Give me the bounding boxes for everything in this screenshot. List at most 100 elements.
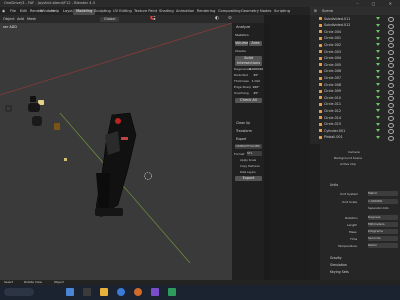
workspace-tab-scripting[interactable]: Scripting (271, 9, 293, 15)
temperature-dropdown[interactable]: Kelvin (368, 243, 398, 248)
time-dropdown[interactable]: Seconds (368, 236, 398, 241)
thickness-value[interactable]: 1 mm (249, 79, 263, 84)
add-menu[interactable]: Add (17, 17, 24, 22)
outliner-row[interactable]: Circle.008 (310, 82, 400, 88)
window-controls[interactable]: – ▢ ✕ (356, 1, 398, 6)
windows-start-icon[interactable] (66, 288, 74, 296)
blender-taskbar-icon[interactable] (134, 288, 142, 296)
distorted-value[interactable]: 45° (249, 73, 263, 78)
sidebar-tabs[interactable] (264, 23, 270, 280)
task-view-icon[interactable] (83, 288, 91, 296)
outliner-row[interactable]: Circle.015 (310, 122, 400, 128)
gravity-header[interactable]: Gravity (330, 256, 342, 261)
overlay-icon[interactable]: ⊙ (228, 16, 232, 21)
visibility-eye-icon[interactable] (388, 135, 394, 141)
edge-sharp-value[interactable]: 160° (249, 85, 263, 90)
intersections-button[interactable]: Intersections (235, 61, 262, 66)
outliner-row[interactable]: Circle.004 (310, 56, 400, 62)
app-icon[interactable] (151, 288, 159, 296)
keying-sets-header[interactable]: Keying Sets (330, 270, 349, 275)
menu-file[interactable]: File (10, 9, 16, 14)
degenerate-value[interactable]: 0.000010 (249, 67, 263, 72)
outliner-row[interactable]: Circle.004 (310, 29, 400, 36)
analyze-header[interactable]: Analyze (236, 25, 250, 30)
export-path-field[interactable]: \3DPRINTFOLDER\ (235, 144, 262, 149)
transform-header[interactable]: Transform (236, 129, 252, 134)
visibility-eye-icon[interactable] (388, 63, 394, 69)
outliner-row[interactable]: Circle.009 (310, 89, 400, 95)
temperature-label: Temperature (338, 244, 358, 248)
clean-up-header[interactable]: Clean Up (236, 121, 250, 126)
menu-edit[interactable]: Edit (20, 9, 27, 14)
outliner-row[interactable]: Circle.011 (310, 102, 400, 108)
outliner-row[interactable]: Subdivided.012 (310, 23, 400, 29)
copy-textures-checkbox[interactable]: Copy Textures (240, 164, 260, 169)
transform-orientation-dropdown[interactable]: Global (100, 16, 120, 22)
visibility-eye-icon[interactable] (388, 50, 394, 55)
visibility-eye-icon[interactable] (388, 102, 394, 108)
mass-dropdown[interactable]: Kilograms (368, 229, 398, 234)
unit-scale-field[interactable]: 1.000000 (368, 199, 398, 204)
properties-tabs[interactable] (310, 144, 320, 280)
visibility-eye-icon[interactable] (388, 36, 394, 42)
export-header[interactable]: Export (236, 137, 246, 142)
visibility-eye-icon[interactable] (388, 122, 394, 128)
shading-mode-icon[interactable]: ◐ (215, 16, 219, 21)
format-dropdown[interactable]: STL (247, 151, 262, 156)
visibility-eye-icon[interactable] (388, 69, 394, 75)
file-explorer-icon[interactable] (100, 288, 108, 296)
outliner-row[interactable]: Circle.010 (310, 95, 400, 102)
browser-icon[interactable] (117, 288, 125, 296)
menu-help[interactable]: Help (51, 9, 59, 14)
workspace-tab-geometry-nodes[interactable]: Geometry Nodes (238, 9, 274, 15)
outliner-row[interactable]: Subdivided.011 (310, 16, 400, 22)
length-dropdown[interactable]: Millimeters (368, 222, 398, 227)
visibility-eye-icon[interactable] (388, 129, 394, 135)
outliner-row[interactable]: Pinball.001 (310, 135, 400, 141)
visibility-eye-icon[interactable] (388, 89, 394, 95)
outliner-row[interactable]: Circle.001 (310, 36, 400, 42)
check-all-button[interactable]: Check All (235, 98, 262, 103)
visibility-eye-icon[interactable] (388, 23, 394, 29)
outliner-row[interactable]: Circle.005 (310, 62, 400, 69)
visibility-eye-icon[interactable] (388, 109, 394, 115)
select-menu[interactable]: Object (3, 17, 15, 22)
overhang-value[interactable]: 45° (249, 91, 263, 96)
export-button[interactable]: Export (235, 176, 262, 181)
mesh-menu[interactable]: Mesh (27, 17, 36, 22)
blender-logo-icon[interactable]: ◉ (2, 9, 5, 14)
visibility-eye-icon[interactable] (388, 30, 394, 36)
outliner-row[interactable]: Circle.014 (310, 115, 400, 121)
visibility-eye-icon[interactable] (388, 96, 394, 102)
visibility-eye-icon[interactable] (388, 56, 394, 62)
outliner-row[interactable]: Circle.006 (310, 69, 400, 75)
rotation-dropdown[interactable]: Degrees (368, 215, 398, 220)
app-icon-2[interactable] (168, 288, 176, 296)
visibility-eye-icon[interactable] (388, 116, 394, 121)
apply-scale-checkbox[interactable]: Apply Scale (240, 158, 256, 163)
volume-button[interactable]: Volume (235, 41, 248, 46)
3d-viewport[interactable]: ser ADD (0, 23, 264, 280)
outliner-row[interactable]: Circle.002 (310, 42, 400, 49)
snap-icon[interactable]: 🧲 (150, 16, 156, 21)
simulation-header[interactable]: Simulation (330, 263, 347, 268)
unit-system-dropdown[interactable]: Metric (368, 191, 398, 196)
area-button[interactable]: Area (249, 41, 262, 46)
outliner-item-label: Circle.008 (324, 82, 342, 87)
data-layers-checkbox[interactable]: Data Layers (240, 170, 256, 175)
outliner-row[interactable]: Circle.003 (310, 49, 400, 55)
solid-button[interactable]: Solid (235, 56, 262, 61)
modifier-icon (376, 43, 380, 47)
outliner-row[interactable]: Cylinder.001 (310, 128, 400, 135)
units-header[interactable]: Units (330, 183, 338, 188)
visibility-eye-icon[interactable] (388, 76, 394, 82)
modifier-icon (376, 30, 380, 34)
outliner-filter-icon[interactable]: ⊞ (314, 9, 317, 14)
outliner-row[interactable]: Circle.007 (310, 75, 400, 82)
visibility-eye-icon[interactable] (388, 43, 394, 49)
visibility-eye-icon[interactable] (388, 17, 394, 22)
separate-units-checkbox[interactable]: Separate Units (368, 206, 389, 211)
outliner-row[interactable]: Circle.012 (310, 108, 400, 115)
visibility-eye-icon[interactable] (388, 83, 394, 88)
taskbar-search[interactable] (4, 288, 34, 296)
